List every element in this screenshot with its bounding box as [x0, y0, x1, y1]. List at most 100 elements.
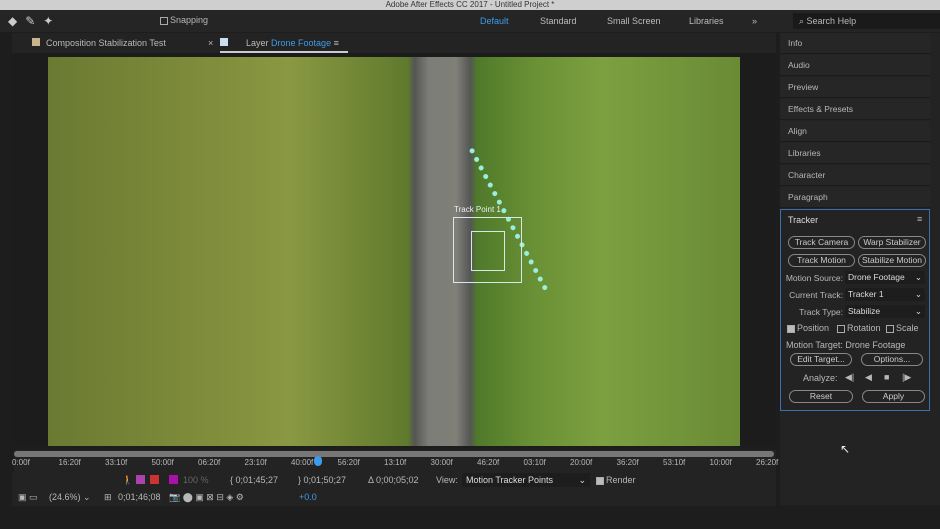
position-label: Position	[797, 323, 830, 333]
ruler-tick-label: 16:20f	[58, 458, 81, 467]
render-checkbox[interactable]: Render	[596, 475, 636, 485]
ruler-tick-label: 13:10f	[384, 458, 407, 467]
ruler-tick-label: 30:00f	[430, 458, 453, 467]
track-camera-button[interactable]: Track Camera	[788, 236, 855, 249]
rotation-checkbox[interactable]: Rotation	[837, 323, 881, 333]
workspace-small-screen[interactable]: Small Screen	[607, 10, 661, 32]
right-panel: Info Audio Preview Effects & Presets Align Li…	[780, 33, 940, 505]
view-label: View:	[436, 475, 458, 485]
view-dropdown[interactable]: Motion Tracker Points ⌄	[462, 473, 590, 487]
panel-item-align[interactable]: Align	[780, 121, 930, 142]
motion-blur-icon[interactable]: 🚶	[122, 475, 133, 486]
motion-source-dropdown[interactable]: Drone Footage ⌄	[845, 271, 925, 284]
panel-menu-icon[interactable]: ≡	[917, 214, 922, 224]
ruler-tick-label: 33:10f	[105, 458, 128, 467]
panel-item-paragraph[interactable]: Paragraph	[780, 187, 930, 208]
snapping-label: Snapping	[170, 15, 209, 25]
analyze-forward-one-frame-icon[interactable]: |▶	[902, 372, 911, 383]
magnification-dropdown[interactable]: (24.6%) ⌄	[49, 492, 91, 503]
tracker-title: Tracker	[788, 215, 819, 225]
stabilize-motion-button[interactable]: Stabilize Motion	[858, 254, 926, 267]
tab-layer-prefix: Layer	[246, 38, 269, 48]
ruler-tick-label: 36:20f	[616, 458, 639, 467]
panel-tabs: Composition Stabilization Test × Layer D…	[12, 33, 776, 53]
search-help-input[interactable]: ⌕ Search Help	[793, 13, 940, 29]
ruler-tick-label: 23:10f	[244, 458, 267, 467]
current-time-indicator[interactable]	[314, 456, 322, 466]
scale-checkbox[interactable]: Scale	[886, 323, 919, 333]
color-icon[interactable]	[169, 475, 178, 484]
roto-brush-tool-icon[interactable]: ✎	[25, 14, 35, 28]
out-point[interactable]: } 0;01;50;27	[298, 475, 346, 485]
snapshot-icon[interactable]: 📷 ⬤ ▣ ⊠ ⊟ ◈ ⚙	[169, 492, 244, 503]
out-point-value: 0;01;50;27	[303, 475, 347, 485]
stop-icon[interactable]: ■	[884, 372, 889, 382]
options-button[interactable]: Options...	[861, 353, 923, 366]
tracker-panel: Tracker ≡ Track Camera Warp Stabilizer T…	[780, 209, 930, 411]
tab-layer[interactable]: Layer Drone Footage ≡	[220, 33, 348, 53]
opacity-value: 100 %	[183, 475, 209, 485]
keyframe-icon[interactable]	[136, 475, 145, 484]
workspace-libraries[interactable]: Libraries	[689, 10, 724, 32]
track-point-label: Track Point 1	[454, 205, 501, 214]
search-placeholder: Search Help	[806, 16, 857, 26]
workspace-default[interactable]: Default	[480, 10, 509, 32]
current-time[interactable]: 0;01;46;08	[118, 492, 161, 502]
analyze-back-one-frame-icon[interactable]: ◀|	[845, 372, 854, 383]
panel-item-libraries[interactable]: Libraries	[780, 143, 930, 164]
drone-footage-frame[interactable]: Track Point 1	[48, 57, 740, 446]
ruler-tick-label: 10:00f	[709, 458, 732, 467]
track-type-dropdown[interactable]: Stabilize ⌄	[845, 305, 925, 318]
in-point[interactable]: { 0;01;45;27	[230, 475, 278, 485]
edit-target-button[interactable]: Edit Target...	[790, 353, 852, 366]
feature-region[interactable]	[471, 231, 505, 271]
snapping-checkbox[interactable]: Snapping	[160, 15, 208, 25]
tab-composition[interactable]: Composition Stabilization Test	[32, 33, 166, 53]
apply-button[interactable]: Apply	[862, 390, 925, 403]
attach-point-icon[interactable]	[150, 475, 159, 484]
ruler-tick-label: 20:00f	[570, 458, 593, 467]
ruler-tick-label: 06:20f	[198, 458, 221, 467]
toolbar: ◆ ✎ ✦ Snapping Default Standard Small Sc…	[0, 10, 940, 32]
always-preview-icon[interactable]: ▣ ▭	[18, 492, 38, 503]
track-motion-button[interactable]: Track Motion	[788, 254, 855, 267]
tracker-controls: 🚶 100 % { 0;01;45;27 } 0;01;50;27 Δ 0;00…	[12, 472, 776, 489]
grid-icon[interactable]: ⊞	[104, 492, 112, 503]
analyze-label: Analyze:	[803, 373, 838, 383]
puppet-pin-tool-icon[interactable]: ✦	[43, 14, 53, 28]
ruler-tick-label: 26:20f	[756, 458, 779, 467]
panel-item-audio[interactable]: Audio	[780, 55, 930, 76]
tab-composition-label: Composition Stabilization Test	[46, 38, 166, 48]
ruler-tick-label: 56:20f	[337, 458, 360, 467]
magnification-value: (24.6%)	[49, 492, 81, 502]
time-ruler[interactable]: 0:00f 16:20f 33:10f 50:00f 06:20f 23:10f 40:00…	[12, 450, 779, 472]
position-checkbox[interactable]: Position	[787, 323, 829, 333]
eraser-tool-icon[interactable]: ◆	[8, 14, 17, 28]
ruler-tick-label: 46:20f	[477, 458, 500, 467]
motion-source-label: Motion Source:	[785, 273, 843, 283]
ruler-tick-label: 50:00f	[151, 458, 174, 467]
panel-item-preview[interactable]: Preview	[780, 77, 930, 98]
more-workspaces-icon[interactable]: »	[752, 10, 757, 32]
ruler-tick-label: 40:00f	[291, 458, 314, 467]
track-type-label: Track Type:	[799, 307, 843, 317]
warp-stabilizer-button[interactable]: Warp Stabilizer	[858, 236, 926, 249]
in-point-value: 0;01;45;27	[235, 475, 279, 485]
render-label: Render	[606, 475, 636, 485]
motion-source-value: Drone Footage	[848, 272, 905, 282]
ruler-tick-label: 0:00f	[12, 458, 30, 467]
panel-item-info[interactable]: Info	[780, 33, 930, 54]
current-track-label: Current Track:	[789, 290, 843, 300]
work-area-bar[interactable]	[14, 451, 774, 457]
current-track-dropdown[interactable]: Tracker 1 ⌄	[845, 288, 925, 301]
reset-button[interactable]: Reset	[789, 390, 853, 403]
workspace-standard[interactable]: Standard	[540, 10, 577, 32]
scale-label: Scale	[896, 323, 919, 333]
exposure-value[interactable]: +0.0	[299, 492, 317, 502]
tab-layer-name: Drone Footage	[271, 38, 332, 48]
rotation-label: Rotation	[847, 323, 881, 333]
analyze-backward-icon[interactable]: ◀	[865, 372, 872, 383]
panel-item-effects-presets[interactable]: Effects & Presets	[780, 99, 930, 120]
panel-item-character[interactable]: Character	[780, 165, 930, 186]
close-tab-icon[interactable]: ×	[208, 33, 213, 53]
